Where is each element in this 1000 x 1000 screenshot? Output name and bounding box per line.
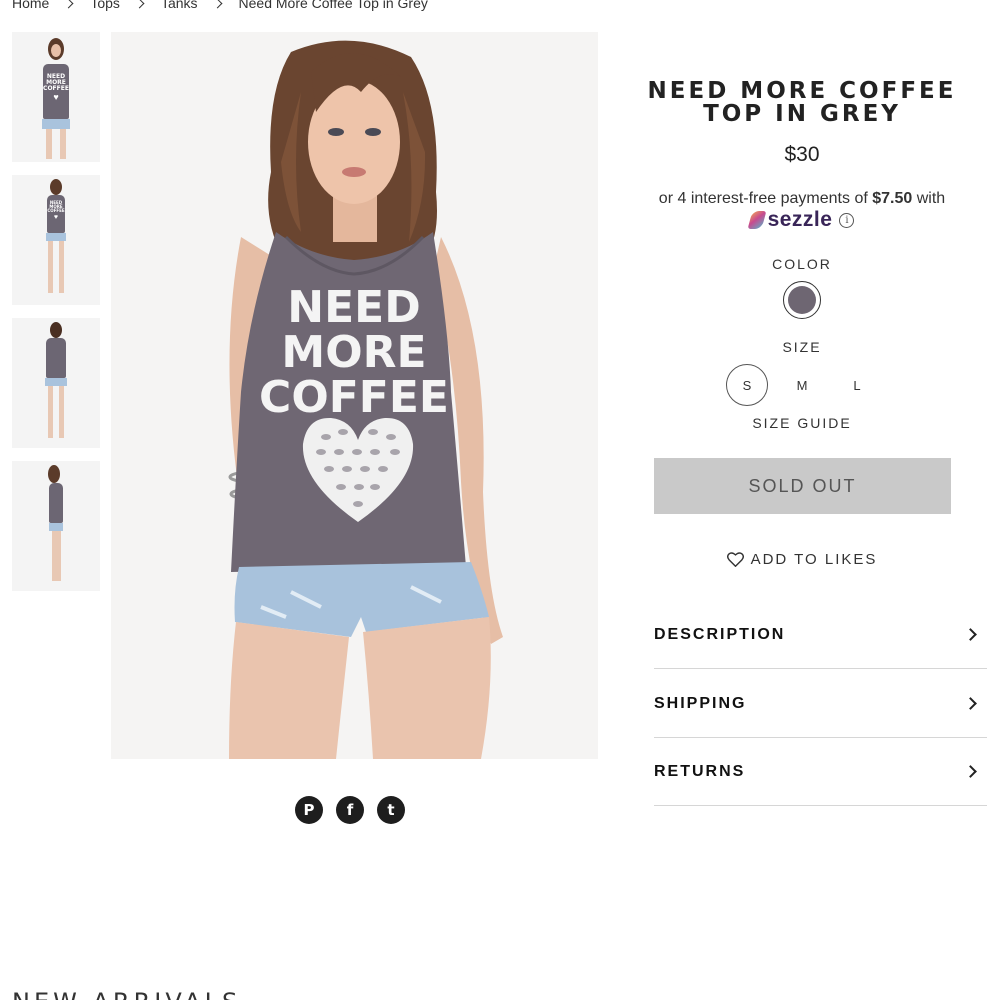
- social-share: P f t: [295, 796, 405, 824]
- product-title: NEED MORE COFFEE TOP IN GREY: [647, 78, 957, 127]
- breadcrumb-home[interactable]: Home: [12, 0, 49, 11]
- info-icon[interactable]: i: [839, 212, 855, 228]
- twitter-icon[interactable]: t: [377, 796, 405, 824]
- sezzle-badge[interactable]: sezzle i: [615, 208, 989, 232]
- size-label: SIZE: [782, 339, 822, 355]
- sezzle-wordmark: sezzle: [767, 208, 833, 231]
- breadcrumb-tops[interactable]: Tops: [90, 0, 120, 11]
- size-option-m[interactable]: M: [781, 364, 823, 406]
- sold-out-button[interactable]: SOLD OUT: [654, 458, 951, 514]
- shirt-text-line-3: COFFEE: [259, 372, 449, 423]
- size-guide-link[interactable]: SIZE GUIDE: [615, 415, 989, 431]
- color-label: COLOR: [772, 256, 832, 272]
- accordion-shipping-label: SHIPPING: [654, 694, 747, 712]
- thumbnail-side[interactable]: [12, 461, 100, 591]
- breadcrumb: Home Tops Tanks Need More Coffee Top in …: [12, 0, 428, 12]
- accordion-description[interactable]: DESCRIPTION: [654, 601, 987, 669]
- add-to-likes-button[interactable]: ADD TO LIKES: [615, 551, 989, 568]
- thumbnail-list: NEED MORE COFFEE ♥ NEED MORE COFFEE ♥: [12, 32, 100, 604]
- chevron-right-icon: [964, 628, 977, 641]
- new-arrivals-heading: NEW ARRIVALS: [12, 988, 241, 1000]
- model-illustration: NEED MORE COFFEE: [228, 40, 503, 759]
- product-price: $30: [784, 143, 820, 166]
- thumbnail-front[interactable]: NEED MORE COFFEE ♥: [12, 32, 100, 162]
- breadcrumb-tanks[interactable]: Tanks: [161, 0, 198, 11]
- add-to-likes-label: ADD TO LIKES: [750, 551, 878, 568]
- color-swatch-grey[interactable]: [783, 281, 821, 319]
- breadcrumb-current: Need More Coffee Top in Grey: [238, 0, 428, 11]
- size-option-l[interactable]: L: [836, 364, 878, 406]
- accordion-returns-label: RETURNS: [654, 762, 746, 780]
- shirt-text-line-2: MORE: [281, 327, 426, 378]
- accordion-description-label: DESCRIPTION: [654, 625, 786, 643]
- facebook-icon[interactable]: f: [336, 796, 364, 824]
- chevron-right-icon: [212, 0, 222, 8]
- chevron-right-icon: [63, 0, 74, 8]
- sezzle-logo-icon: [747, 211, 766, 229]
- product-main-image[interactable]: NEED MORE COFFEE: [111, 32, 598, 759]
- size-option-s[interactable]: S: [726, 364, 768, 406]
- chevron-right-icon: [964, 697, 977, 710]
- pinterest-icon[interactable]: P: [295, 796, 323, 824]
- shirt-text-line-1: NEED: [287, 282, 420, 333]
- chevron-right-icon: [964, 765, 977, 778]
- accordion-shipping[interactable]: SHIPPING: [654, 670, 987, 738]
- installments-text: or 4 interest-free payments of $7.50 wit…: [658, 190, 946, 207]
- chevron-right-icon: [134, 0, 145, 8]
- thumbnail-full-front[interactable]: NEED MORE COFFEE ♥: [12, 175, 100, 305]
- heart-icon: [726, 552, 744, 567]
- size-options: S M L: [726, 364, 891, 406]
- thumbnail-back[interactable]: [12, 318, 100, 448]
- accordion-returns[interactable]: RETURNS: [654, 738, 987, 806]
